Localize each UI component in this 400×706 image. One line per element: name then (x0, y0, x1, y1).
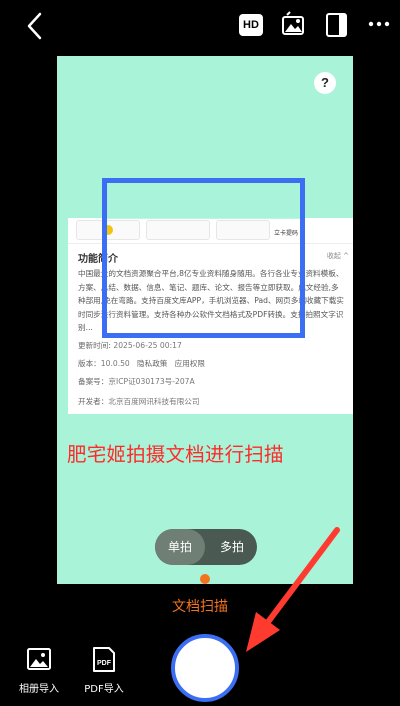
image-icon (282, 11, 304, 35)
more-options-button[interactable] (368, 16, 390, 32)
frame-icon (326, 13, 347, 37)
more-icon (368, 21, 390, 27)
pdf-import-label: PDF导入 (84, 684, 124, 695)
back-arrow-icon (27, 12, 42, 40)
shutter-button[interactable] (171, 634, 239, 702)
pdf-icon: PDF (93, 647, 115, 672)
top-bar: HD (0, 0, 400, 52)
multi-shot-option[interactable]: 多拍 (207, 529, 257, 565)
back-button[interactable] (22, 10, 50, 42)
help-button[interactable]: ? (314, 72, 336, 94)
icp-row: 备案号：京ICP证030173号-207A (78, 377, 195, 386)
album-icon (27, 648, 51, 670)
album-import-button[interactable]: 相册导入 (14, 646, 64, 695)
pdf-import-button[interactable]: PDF PDF导入 (80, 646, 128, 695)
hd-button[interactable]: HD (239, 14, 263, 36)
mode-indicator-dot (200, 574, 210, 584)
annotation-caption: 肥宅姬拍摄文档进行扫描 (67, 443, 284, 466)
gallery-button[interactable] (281, 11, 307, 37)
scan-frame (102, 178, 305, 338)
album-import-label: 相册导入 (19, 684, 59, 695)
version-row: 版本：10.0.50 隐私政策 应用权限 (78, 359, 206, 368)
shot-mode-toggle[interactable]: 单拍 多拍 (155, 529, 257, 565)
scan-mode-label[interactable]: 文档扫描 (0, 596, 400, 616)
frame-button[interactable] (325, 12, 349, 38)
doc-collapse: 收起 ^ (326, 252, 349, 260)
scan-frame-tint (107, 183, 300, 219)
update-time: 更新时间: 2025-06-25 00:17 (78, 341, 182, 350)
developer-row: 开发者：北京百度网讯科技有限公司 (78, 397, 200, 406)
camera-preview: ? 立卡提码 功能简介 收起 ^ 中国最大的文档资源聚合平台,8亿专业资料随身随… (57, 56, 353, 584)
single-shot-option[interactable]: 单拍 (155, 529, 205, 565)
svg-text:PDF: PDF (97, 660, 112, 667)
